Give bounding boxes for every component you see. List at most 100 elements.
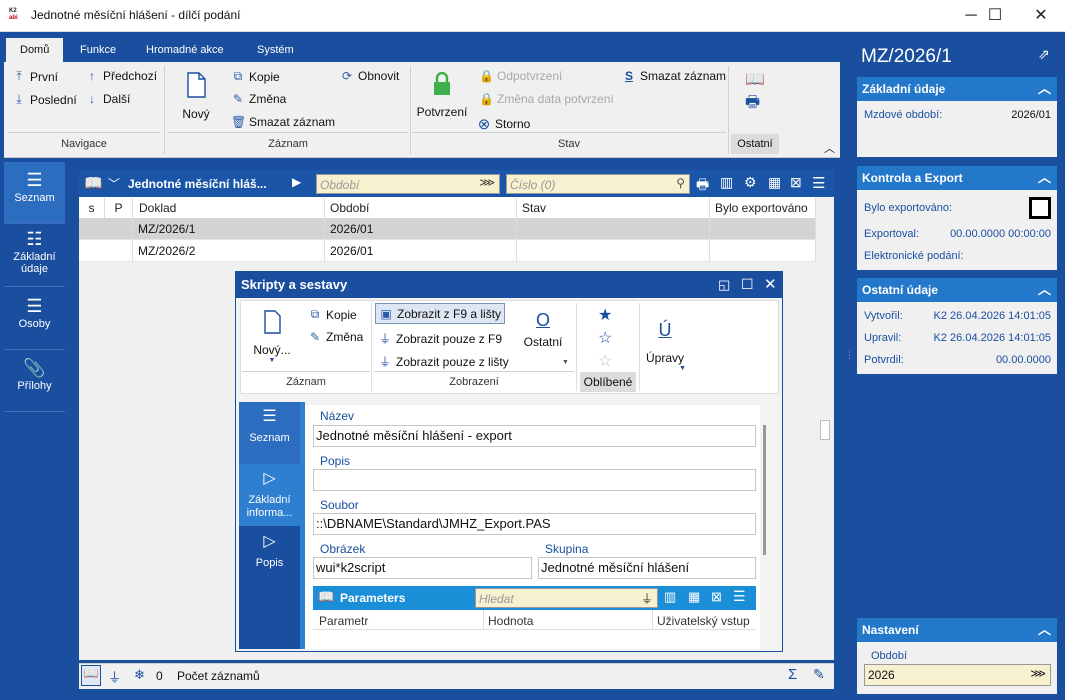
param-col-value[interactable]: Hodnota xyxy=(488,614,533,628)
new-record-button[interactable]: Nový xyxy=(180,72,212,121)
col-header-s[interactable]: s xyxy=(79,198,105,218)
pencil-icon[interactable]: ✎ xyxy=(813,666,825,683)
dropdown-icon[interactable]: ⋙ xyxy=(1030,667,1046,680)
group-label-other[interactable]: Ostatní xyxy=(731,134,779,154)
chevron-up-icon[interactable]: ︿ xyxy=(1038,77,1051,101)
book-icon[interactable]: 📖 xyxy=(81,665,101,686)
dialog-tab-list[interactable]: ☰ Seznam xyxy=(239,402,300,464)
book-icon[interactable]: 📖 xyxy=(745,69,765,89)
filter-input[interactable]: Období ⋙ xyxy=(316,174,500,194)
printer-icon[interactable]: 🖶 xyxy=(696,174,709,198)
storno-button[interactable]: ⊗ Storno xyxy=(477,115,531,133)
chart-icon[interactable]: ▥ xyxy=(664,589,676,605)
delete-record-state-button[interactable]: S Smazat záznam xyxy=(622,69,726,83)
dialog-tab-description[interactable]: ▷ Popis xyxy=(239,527,300,589)
show-f9-and-bar-button[interactable]: ▣ Zobrazit z F9 a lišty xyxy=(375,303,506,324)
columns-icon[interactable]: ▦ xyxy=(688,589,700,605)
dropdown-arrow-icon[interactable]: ▼ xyxy=(562,359,569,366)
description-field[interactable] xyxy=(313,469,756,491)
excel-export-icon[interactable]: ⊠ xyxy=(790,174,802,191)
chevron-up-icon[interactable]: ︿ xyxy=(1038,618,1051,642)
table-row[interactable]: MZ/2026/2 2026/01 xyxy=(79,240,816,262)
left-tab-list[interactable]: ☰ Seznam xyxy=(4,162,65,224)
first-button[interactable]: ⤒ První xyxy=(12,69,58,84)
book-icon[interactable]: 📖 xyxy=(318,589,334,605)
confirm-button[interactable]: Potvrzení xyxy=(416,71,468,119)
tab-home[interactable]: Domů xyxy=(6,38,64,62)
columns-icon[interactable]: ▦ xyxy=(768,174,781,191)
chevron-up-icon[interactable]: ︿ xyxy=(1038,278,1051,302)
dialog-copy-button[interactable]: ⧉ Kopie xyxy=(308,307,357,322)
tab-system[interactable]: Systém xyxy=(243,38,308,62)
collapse-ribbon-icon[interactable]: ︿ xyxy=(824,140,835,156)
section-control-header[interactable]: Kontrola a Export ︿ xyxy=(857,166,1057,190)
search-input[interactable]: Číslo (0) ⚲ xyxy=(506,174,690,194)
section-settings-header[interactable]: Nastavení ︿ xyxy=(857,618,1057,642)
close-button[interactable]: ✕ xyxy=(1018,0,1064,32)
previous-button[interactable]: ↑ Předchozí xyxy=(85,69,157,83)
open-external-icon[interactable]: ⇗ xyxy=(1038,46,1050,63)
chevron-down-icon[interactable]: ﹀ xyxy=(108,175,120,192)
param-col-name[interactable]: Parametr xyxy=(319,614,368,628)
splitter[interactable] xyxy=(843,32,852,700)
scroll-thumb[interactable] xyxy=(820,420,830,440)
left-tab-basic-data[interactable]: ☷ Základní údaje xyxy=(4,225,65,287)
edits-button[interactable]: Ú Úpravy ▼ xyxy=(644,320,686,372)
col-header-p[interactable]: P xyxy=(105,198,133,218)
exported-checkbox[interactable] xyxy=(1029,197,1051,219)
book-icon[interactable]: 📖 xyxy=(84,174,103,192)
last-button[interactable]: ⤓ Poslední xyxy=(12,92,76,107)
star-filled-icon[interactable]: ★ xyxy=(598,305,612,325)
copy-button[interactable]: ⧉ Kopie xyxy=(231,69,280,84)
filter-icon[interactable]: ⏚ xyxy=(108,667,121,686)
sum-icon[interactable]: Σ xyxy=(788,666,797,683)
change-button[interactable]: ✎ Změna xyxy=(231,92,286,106)
chevron-up-icon[interactable]: ︿ xyxy=(1038,166,1051,190)
menu-icon[interactable]: ☰ xyxy=(733,588,746,605)
col-header-doklad[interactable]: Doklad xyxy=(133,198,325,218)
star-outline-icon[interactable]: ☆ xyxy=(598,328,612,348)
dialog-other-button[interactable]: O Ostatní xyxy=(522,310,564,349)
col-header-stav[interactable]: Stav xyxy=(517,198,710,218)
maximize-button[interactable]: ☐ xyxy=(972,0,1018,32)
close-icon[interactable]: ✕ xyxy=(764,275,777,293)
dialog-new-button[interactable]: Nový... ▼ xyxy=(252,310,292,364)
filter-icon[interactable]: ⏚ xyxy=(641,590,653,607)
name-field[interactable]: Jednotné měsíční hlášení - export xyxy=(313,425,756,447)
next-button[interactable]: ↓ Další xyxy=(85,92,130,106)
play-icon[interactable]: ▶ xyxy=(292,175,301,189)
excel-export-icon[interactable]: ⊠ xyxy=(711,589,722,605)
tab-bulk-actions[interactable]: Hromadné akce xyxy=(132,38,238,62)
section-basic-header[interactable]: Základní údaje ︿ xyxy=(857,77,1057,101)
delete-record-button[interactable]: 🗑 Smazat záznam xyxy=(231,115,335,129)
param-col-user-input[interactable]: Uživatelský vstup xyxy=(657,614,750,628)
dialog-tab-basic-info[interactable]: ▷ Základní informa... xyxy=(239,464,300,526)
image-field[interactable]: wui*k2script xyxy=(313,557,532,579)
filter-dropdown-icon[interactable]: ⋙ xyxy=(479,176,495,189)
refresh-button[interactable]: ⟳ Obnovit xyxy=(340,69,399,83)
table-row[interactable]: MZ/2026/1 2026/01 xyxy=(79,218,816,240)
section-other-header[interactable]: Ostatní údaje ︿ xyxy=(857,278,1057,302)
parameters-search-input[interactable]: Hledat ⏚ xyxy=(475,588,658,608)
unconfirm-button[interactable]: 🔒 Odpotvrzení xyxy=(479,69,562,83)
col-header-obdobi[interactable]: Období xyxy=(325,198,517,218)
vertical-scrollbar[interactable] xyxy=(816,198,834,660)
snowflake-icon[interactable]: ❄ xyxy=(134,667,145,683)
group-field[interactable]: Jednotné měsíční hlášení xyxy=(538,557,756,579)
change-confirm-date-button[interactable]: 🔒 Změna data potvrzení xyxy=(479,92,614,106)
settings-period-select[interactable]: 2026 ⋙ xyxy=(864,664,1051,686)
tab-functions[interactable]: Funkce xyxy=(66,38,130,62)
file-field[interactable]: ::\DBNAME\Standard\JMHZ_Export.PAS xyxy=(313,513,756,535)
form-scrollbar[interactable] xyxy=(763,425,766,555)
left-tab-persons[interactable]: ☰ Osoby xyxy=(4,288,65,350)
printer-icon[interactable]: 🖶 xyxy=(745,91,760,118)
show-bar-only-button[interactable]: ⏚ Zobrazit pouze z lišty xyxy=(378,353,509,370)
dialog-change-button[interactable]: ✎ Změna xyxy=(308,330,363,344)
chart-icon[interactable]: ▥ xyxy=(720,174,733,191)
restore-icon[interactable]: ◱ xyxy=(718,277,730,293)
menu-icon[interactable]: ☰ xyxy=(812,174,825,192)
left-tab-attachments[interactable]: 📎 Přílohy xyxy=(4,350,65,412)
show-f9-only-button[interactable]: ⏚ Zobrazit pouze z F9 xyxy=(378,330,502,347)
maximize-icon[interactable]: ☐ xyxy=(741,276,754,293)
favorites-group[interactable]: Oblíbené xyxy=(580,372,636,392)
